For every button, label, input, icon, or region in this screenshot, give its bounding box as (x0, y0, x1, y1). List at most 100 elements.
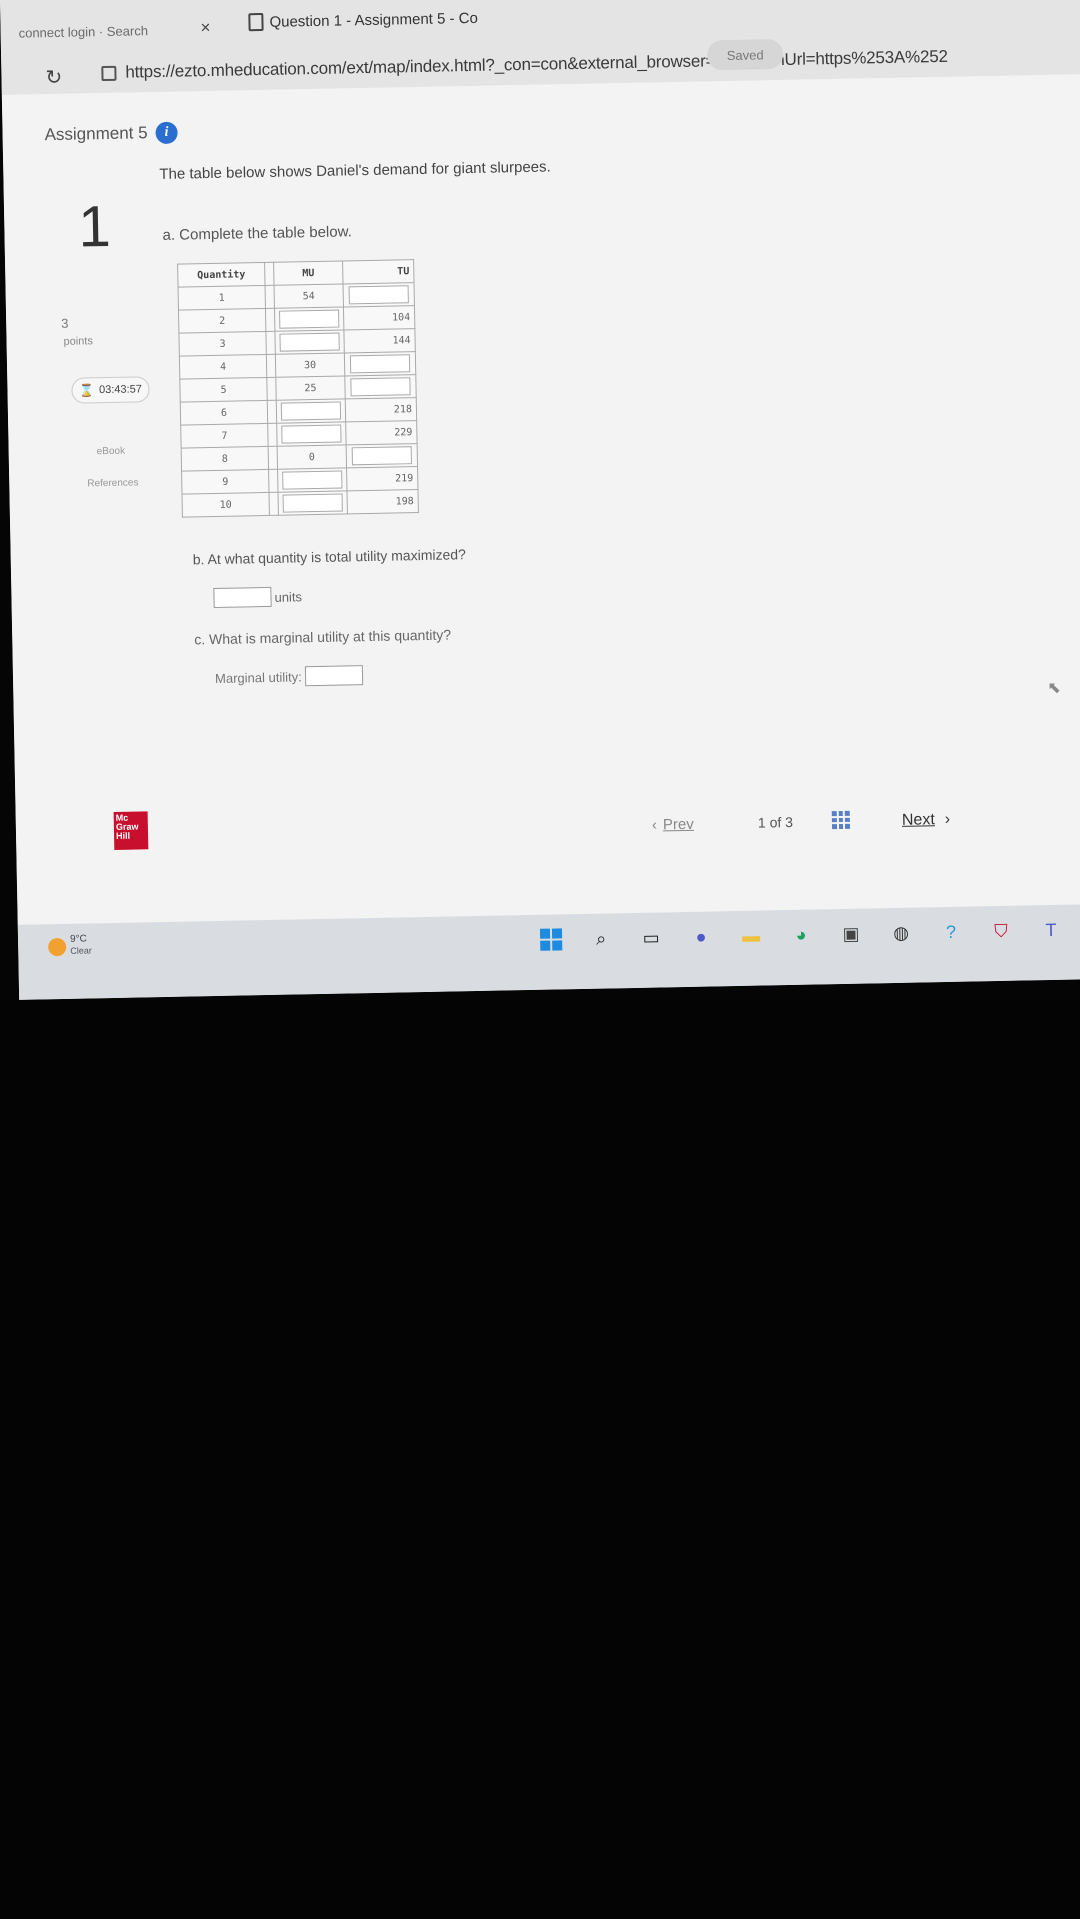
marginal-utility-label: Marginal utility: (214, 668, 302, 686)
spacer-cell (267, 423, 278, 447)
mu-cell: 25 (275, 375, 346, 401)
tab-bar: connect login · Search × Question 1 - As… (0, 0, 1080, 48)
search-icon[interactable]: ⌕ (588, 925, 614, 951)
quantity-cell: 3 (178, 331, 267, 357)
task-view-icon[interactable]: ▭ (638, 924, 664, 950)
mu-cell: 30 (275, 352, 345, 378)
references-link[interactable]: References (87, 477, 138, 489)
prev-button[interactable]: ‹ Prev (652, 816, 694, 834)
spacer-cell (267, 400, 277, 424)
mu-cell (274, 329, 345, 355)
laptop-screen: connect login · Search × Question 1 - As… (0, 0, 1080, 1000)
quantity-answer-input[interactable] (213, 586, 272, 609)
tu-cell (346, 443, 418, 468)
tu-input[interactable] (350, 377, 411, 397)
tab-question-1[interactable]: Question 1 - Assignment 5 - Co (240, 3, 486, 38)
tu-cell: 198 (346, 489, 419, 514)
mu-input[interactable] (281, 424, 342, 444)
chat-icon[interactable]: ● (688, 923, 714, 949)
question-prompt: The table below shows Daniel's demand fo… (159, 158, 551, 183)
chevron-left-icon: ‹ (651, 816, 658, 834)
spacer-cell (268, 446, 278, 470)
points-label: points (63, 335, 94, 348)
start-icon[interactable] (538, 926, 564, 952)
tu-input[interactable] (351, 446, 412, 466)
page-current: 1 (757, 814, 766, 831)
table-body: 1 54 2 104 3 144 4 30 5 25 6 218 7 229 8 0 9 219 10 198 (178, 282, 419, 518)
table-row: 10 198 (182, 489, 419, 518)
logo-line-3: Hill (115, 830, 131, 841)
question-number: 1 (77, 193, 112, 260)
tu-cell: 219 (346, 466, 418, 491)
units-answer-row: units (213, 586, 302, 609)
grid-view-icon[interactable] (831, 810, 851, 830)
mouse-pointer-icon: ⬉ (1047, 679, 1061, 698)
file-explorer-icon[interactable]: ▬ (738, 923, 764, 949)
spacer-cell (266, 377, 277, 401)
teams-icon[interactable]: T (1038, 917, 1064, 943)
mu-input[interactable] (279, 332, 340, 352)
assignment-title: Assignment 5 (44, 123, 148, 145)
header-quantity: Quantity (177, 262, 266, 288)
edge-icon[interactable]: ◕ (788, 922, 814, 948)
header-spacer (264, 262, 275, 286)
mu-cell: 0 (277, 444, 347, 470)
help-icon[interactable]: ? (938, 919, 964, 945)
page-of: of (769, 814, 782, 831)
quantity-cell: 1 (178, 285, 266, 311)
tu-cell: 104 (343, 305, 415, 330)
url-field[interactable]: https://ezto.mheducation.com/ext/map/ind… (125, 47, 948, 83)
marginal-utility-input[interactable] (304, 665, 363, 687)
weather-icon[interactable] (48, 937, 67, 957)
tu-input[interactable] (348, 285, 409, 305)
spacer-cell (265, 285, 275, 309)
tab-title: Question 1 - Assignment 5 - Co (269, 9, 479, 31)
mu-input[interactable] (282, 470, 343, 490)
spacer-cell (268, 469, 279, 493)
lock-icon (101, 65, 117, 82)
tu-cell: 229 (345, 420, 418, 445)
hourglass-icon: ⌛ (78, 383, 95, 398)
app-icon[interactable]: ◍ (888, 920, 914, 946)
header-tu: TU (342, 259, 415, 284)
tab-connect-login[interactable]: connect login · Search (18, 23, 148, 40)
reload-icon[interactable]: ↻ (45, 65, 62, 90)
close-tab-icon[interactable]: × (200, 18, 210, 38)
taskbar-apps: ⌕ ▭ ● ▬ ◕ ▣ ◍ ? ⛉ T (538, 917, 1064, 953)
chevron-right-icon: › (944, 810, 951, 829)
tu-input[interactable] (349, 354, 411, 374)
mu-input[interactable] (280, 401, 342, 421)
laptop-bezel (0, 1000, 1080, 1919)
quantity-cell: 5 (179, 377, 268, 403)
mcafee-icon[interactable]: ⛉ (988, 918, 1014, 944)
quantity-cell: 6 (180, 400, 268, 426)
quantity-cell: 7 (180, 423, 269, 449)
store-icon[interactable]: ▣ (838, 921, 864, 947)
spacer-cell (265, 331, 276, 355)
spacer-cell (265, 308, 275, 332)
document-icon (248, 12, 264, 32)
next-label: Next (901, 811, 935, 829)
tu-cell: 218 (345, 397, 417, 422)
next-button[interactable]: Next › (902, 811, 951, 830)
part-b-question: b. At what quantity is total utility max… (192, 546, 467, 568)
assignment-content: Assignment 5 i 1 3 points ⌛ 03:43:57 eBo… (1, 74, 1080, 925)
mcgraw-hill-logo: Mc Graw Hill (113, 811, 149, 850)
ebook-link[interactable]: eBook (97, 446, 126, 458)
info-icon[interactable]: i (155, 121, 178, 145)
points-value: 3 (61, 315, 69, 331)
page-indicator: 1 of 3 (758, 814, 793, 831)
timer-badge: ⌛ 03:43:57 (71, 376, 150, 404)
mu-cell (278, 490, 348, 516)
quantity-cell: 2 (178, 308, 266, 334)
mu-cell (276, 398, 346, 424)
mu-cell (276, 421, 347, 447)
mu-input[interactable] (279, 309, 340, 329)
mu-input[interactable] (282, 493, 343, 513)
tu-cell: 144 (343, 328, 416, 353)
prev-label: Prev (662, 815, 694, 834)
page-total: 3 (785, 813, 794, 831)
tu-cell (344, 351, 416, 376)
spacer-cell (269, 492, 279, 516)
mu-cell (274, 306, 344, 332)
